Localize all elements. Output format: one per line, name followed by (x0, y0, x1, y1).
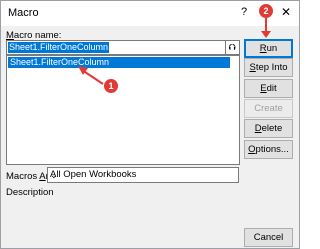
annotation-arrowhead-2 (261, 31, 271, 38)
annotation-arrow-1 (81, 69, 104, 85)
annotation-arrows (78, 18, 271, 85)
annotation-badge-2: 2 (259, 4, 273, 18)
annotation-badge-1: 1 (104, 79, 118, 93)
